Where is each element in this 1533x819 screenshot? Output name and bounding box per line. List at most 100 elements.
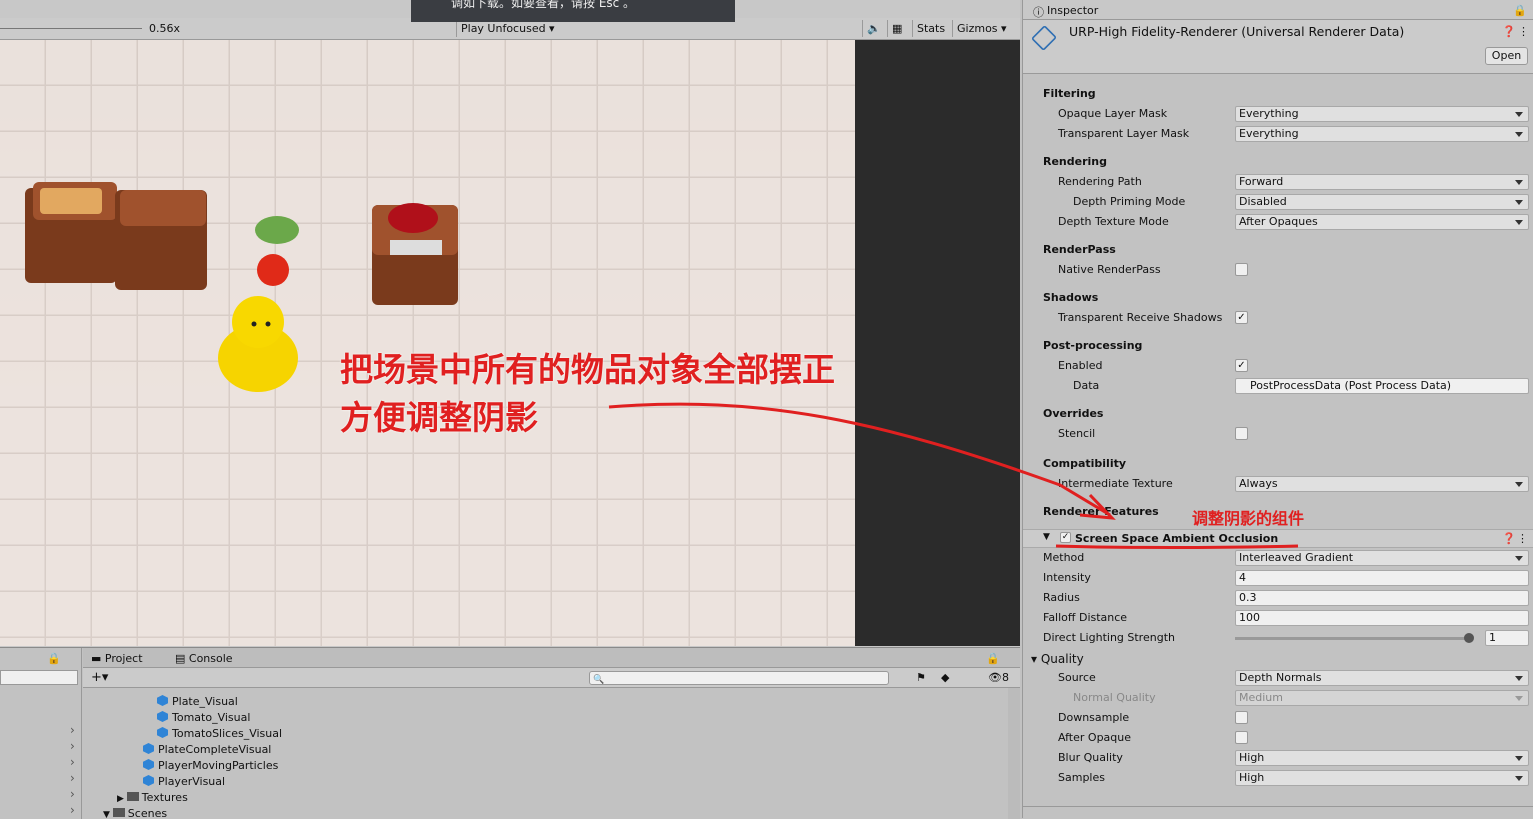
foldout-arrow-icon[interactable]: ▶ [117,794,127,804]
prefab-item[interactable]: PlateCompleteVisual [143,743,271,756]
blur-quality-dropdown[interactable]: High [1235,750,1529,766]
intensity-label: Intensity [1043,571,1091,584]
after-opaque-label: After Opaque [1058,731,1132,744]
project-toolbar: +▾ 🔍 ⚑ ◆ 👁8 [83,668,1020,688]
intermediate-texture-dropdown[interactable]: Always [1235,476,1529,492]
audio-mute-icon[interactable]: 🔈 [862,20,886,37]
prefab-item[interactable]: TomatoSlices_Visual [157,727,282,740]
info-icon: ⓘ [1033,6,1044,19]
prefab-item[interactable]: PlayerVisual [143,775,225,788]
overrides-header[interactable]: Overrides [1043,407,1103,420]
lock-icon[interactable]: 🔒 [1513,4,1527,17]
filter-type-icon[interactable]: ⚑ [916,671,926,684]
prefab-item[interactable]: PlayerMovingParticles [143,759,278,772]
tab-project-label: Project [104,652,143,665]
rendering-header[interactable]: Rendering [1043,155,1107,168]
mini-scroll-arrows[interactable]: › › › › › › [70,722,75,818]
intensity-field[interactable]: 4 [1235,570,1529,586]
inspector-tab[interactable]: ⓘ Inspector 🔒 [1023,0,1533,20]
folder-icon [126,792,139,801]
tab-project[interactable]: ▬ Project [91,652,143,665]
gizmos-button[interactable]: Gizmos ▾ [952,20,1020,37]
quality-foldout[interactable]: ▾ Quality [1031,652,1084,666]
tree-item-label: Plate_Visual [172,695,238,708]
pp-data-label: Data [1073,379,1100,392]
more-menu-icon[interactable]: ⋮ [1518,25,1529,38]
pp-enabled-checkbox[interactable]: ✓ [1235,359,1248,372]
ssao-menu-icon[interactable]: ⋮ [1517,532,1528,545]
pp-data-value: PostProcessData (Post Process Data) [1250,379,1452,392]
grid-icon[interactable]: ▦ [887,20,911,37]
prefab-cube-icon [143,743,154,754]
pp-data-object-field[interactable]: PostProcessData (Post Process Data) [1235,378,1529,394]
source-dropdown[interactable]: Depth Normals [1235,670,1529,686]
scene-floor [0,40,855,646]
inspector-tab-label: Inspector [1047,4,1099,17]
direct-lighting-field[interactable]: 1 [1485,630,1529,646]
shadows-header[interactable]: Shadows [1043,291,1098,304]
source-label: Source [1058,671,1096,684]
tree-item-label: PlayerMovingParticles [158,759,279,772]
opaque-layer-mask-dropdown[interactable]: Everything [1235,106,1529,122]
folder-item[interactable]: ▼ Scenes [103,807,167,819]
help-icon[interactable]: ❓ [1502,25,1516,38]
ssao-enabled-checkbox[interactable]: ✓ [1060,532,1071,543]
renderer-asset-icon [1030,24,1058,52]
inspector-panel: ⓘ Inspector 🔒 URP-High Fidelity-Renderer… [1022,0,1533,818]
downsample-checkbox[interactable] [1235,711,1248,724]
ssao-help-icon[interactable]: ❓ [1502,532,1516,545]
rendering-path-dropdown[interactable]: Forward [1235,174,1529,190]
after-opaque-checkbox[interactable] [1235,731,1248,744]
depth-texture-mode-label: Depth Texture Mode [1058,215,1169,228]
folder-item[interactable]: ▶ Textures [117,791,188,804]
filter-label-icon[interactable]: ◆ [941,671,949,684]
normal-quality-label: Normal Quality [1073,691,1156,704]
zoom-slider[interactable] [0,28,142,29]
zoom-label: 0.56x [149,22,181,35]
banner-text: 调如下载。如要查看，请按 Esc 。 [451,0,636,10]
project-tabbar: ▬ Project ▤ Console 🔒 [83,648,1020,668]
lettuce [255,216,299,244]
open-button[interactable]: Open [1485,47,1528,65]
project-lock-icon[interactable]: 🔒 [986,652,1000,665]
tree-item-label: Tomato_Visual [172,711,251,724]
renderpass-header[interactable]: RenderPass [1043,243,1116,256]
falloff-distance-field[interactable]: 100 [1235,610,1529,626]
native-renderpass-checkbox[interactable] [1235,263,1248,276]
compatibility-header[interactable]: Compatibility [1043,457,1126,470]
method-dropdown[interactable]: Interleaved Gradient [1235,550,1529,566]
prefab-cube-icon [143,775,154,786]
prefab-item[interactable]: Tomato_Visual [157,711,250,724]
prefab-cube-icon [157,727,168,738]
fullscreen-hint-banner: 调如下载。如要查看，请按 Esc 。 [411,0,735,22]
filtering-header[interactable]: Filtering [1043,87,1096,100]
transparent-receive-shadows-label: Transparent Receive Shadows [1058,311,1223,324]
prefab-item[interactable]: Plate_Visual [157,695,238,708]
mini-lock-icon[interactable]: 🔒 [47,652,61,665]
depth-texture-mode-dropdown[interactable]: After Opaques [1235,214,1529,230]
mini-search-field[interactable] [0,670,78,685]
depth-priming-mode-dropdown[interactable]: Disabled [1235,194,1529,210]
hidden-count-badge[interactable]: 👁8 [988,671,1009,684]
direct-lighting-slider[interactable] [1235,633,1474,643]
direct-lighting-slider-thumb[interactable] [1464,633,1474,643]
samples-dropdown[interactable]: High [1235,770,1529,786]
annotation-line-1: 把场景中所有的物品对象全部摆正 [340,350,835,389]
project-scrollbar[interactable] [1008,688,1020,819]
prefab-cube-icon [157,695,168,706]
tab-console[interactable]: ▤ Console [175,652,233,665]
project-search-input[interactable]: 🔍 [589,671,889,685]
transparent-layer-mask-dropdown[interactable]: Everything [1235,126,1529,142]
radius-field[interactable]: 0.3 [1235,590,1529,606]
play-mode-dropdown[interactable]: Play Unfocused ▾ [456,20,568,37]
stencil-checkbox[interactable] [1235,427,1248,440]
falloff-distance-label: Falloff Distance [1043,611,1128,624]
collapse-triangle-icon[interactable]: ▼ [1043,532,1050,542]
create-plus-icon[interactable]: +▾ [91,670,108,685]
radius-label: Radius [1043,591,1080,604]
scene-render[interactable] [0,40,855,646]
stats-button[interactable]: Stats [912,20,952,37]
ssao-feature-header[interactable]: ▼ ✓ Screen Space Ambient Occlusion ❓ ⋮ [1023,529,1533,548]
transparent-receive-shadows-checkbox[interactable]: ✓ [1235,311,1248,324]
post-processing-header[interactable]: Post-processing [1043,339,1142,352]
